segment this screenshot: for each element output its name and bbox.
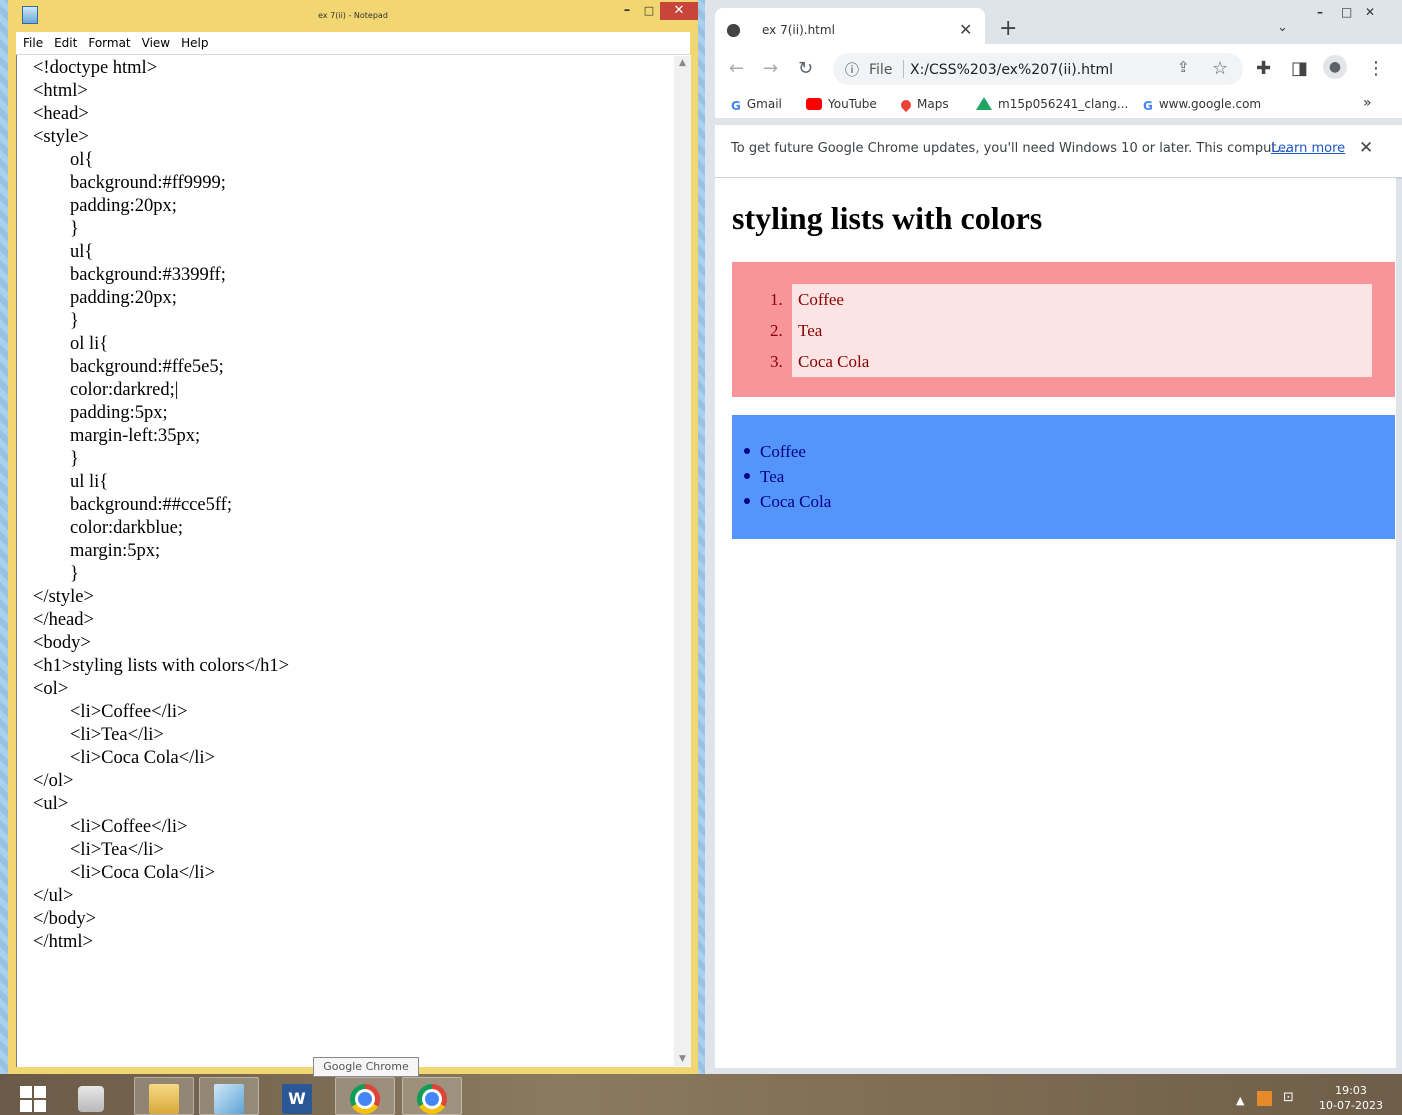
menu-icon[interactable]: ⋮ <box>1367 58 1385 79</box>
browser-tab[interactable] <box>715 8 985 44</box>
network-icon[interactable]: ⊡ <box>1283 1090 1294 1105</box>
chrome-icon <box>417 1084 447 1114</box>
side-panel-icon[interactable]: ◨ <box>1291 58 1308 79</box>
list-item-text: Coffee <box>798 290 844 309</box>
menu-format[interactable]: Format <box>88 32 130 54</box>
menu-file[interactable]: File <box>23 32 43 54</box>
drive-icon <box>976 97 992 110</box>
list-item-number: 1. <box>770 290 783 309</box>
list-item: Tea <box>744 467 784 487</box>
share-icon[interactable]: ⇪ <box>1177 58 1190 76</box>
maps-pin-icon <box>898 97 914 113</box>
profile-icon[interactable]: ● <box>1323 55 1347 79</box>
ordered-list: 1. Coffee 2. Tea 3. Coca Cola <box>732 262 1395 397</box>
app-launcher-icon[interactable] <box>78 1086 104 1112</box>
close-button[interactable]: ✕ <box>660 2 698 20</box>
maximize-button[interactable]: □ <box>1341 4 1352 20</box>
info-icon[interactable]: ⓘ <box>845 60 859 80</box>
list-item: 2. Tea <box>770 315 1372 346</box>
url-text[interactable]: X:/CSS%203/ex%207(ii).html <box>910 62 1113 78</box>
unordered-list: Coffee Tea Coca Cola <box>732 415 1395 539</box>
google-icon: G <box>1143 99 1153 113</box>
tab-search-chevron-icon[interactable]: ⌄ <box>1277 20 1288 35</box>
chrome-tab-icon <box>727 24 740 37</box>
tab-close-icon[interactable]: ✕ <box>959 20 972 39</box>
maximize-button[interactable]: □ <box>638 4 660 20</box>
list-item: 3. Coca Cola <box>770 346 1372 377</box>
scheme-label: File <box>869 62 893 78</box>
reload-icon[interactable]: ↻ <box>798 58 813 79</box>
bookmark-youtube[interactable]: YouTube <box>806 97 877 111</box>
list-item-text: Coca Cola <box>760 492 832 511</box>
chrome-window: ex 7(ii).html ✕ + ⌄ – □ ✕ ← → ↻ ⓘ File X… <box>705 0 1402 1074</box>
taskbar-tooltip: Google Chrome <box>313 1057 419 1077</box>
word-icon: W <box>282 1084 312 1114</box>
list-item-number: 3. <box>770 352 783 371</box>
clock-time: 19:03 <box>1335 1084 1367 1097</box>
info-bar-close-icon[interactable]: ✕ <box>1359 138 1373 158</box>
back-icon[interactable]: ← <box>729 58 744 79</box>
bullet-icon <box>744 498 750 504</box>
bookmark-label: Maps <box>917 97 949 111</box>
bookmark-label: YouTube <box>828 97 877 111</box>
google-icon: G <box>731 99 741 113</box>
list-item-text: Tea <box>798 321 823 340</box>
close-button[interactable]: ✕ <box>1365 4 1375 20</box>
bullet-icon <box>744 473 750 479</box>
notepad-title-bar[interactable]: ex 7(ii) - Notepad – □ ✕ <box>8 0 698 32</box>
menu-edit[interactable]: Edit <box>54 32 77 54</box>
notepad-window: ex 7(ii) - Notepad – □ ✕ File Edit Format V… <box>8 0 698 1074</box>
bookmarks-overflow-icon[interactable]: » <box>1363 95 1372 111</box>
vertical-scrollbar[interactable]: ▲ ▼ <box>674 56 691 1066</box>
scroll-down-arrow-icon[interactable]: ▼ <box>674 1054 691 1064</box>
list-item: 1. Coffee <box>770 284 1372 315</box>
extensions-icon[interactable]: ✚ <box>1256 58 1271 79</box>
youtube-icon <box>806 98 822 110</box>
minimize-button[interactable]: – <box>1317 4 1323 20</box>
bookmark-label: Gmail <box>746 97 782 111</box>
notepad-title: ex 7(ii) - Notepad <box>318 11 388 20</box>
omnibox-separator <box>903 60 904 78</box>
bookmark-maps[interactable]: Maps <box>898 97 949 113</box>
bookmark-gmail[interactable]: G Gmail <box>731 97 782 113</box>
notepad-content[interactable]: <!doctype html> <html> <head> <style> ol… <box>33 57 289 954</box>
list-item: Coffee <box>744 442 806 462</box>
menu-view[interactable]: View <box>142 32 170 54</box>
bookmark-label: www.google.com <box>1158 97 1262 111</box>
notepad-icon <box>214 1084 244 1114</box>
system-clock[interactable]: 19:03 10-07-2023 <box>1316 1083 1386 1113</box>
bookmark-label: m15p056241_clang... <box>998 97 1129 111</box>
list-item-number: 2. <box>770 321 783 340</box>
page-heading: styling lists with colors <box>732 200 1043 236</box>
tab-title[interactable]: ex 7(ii).html <box>762 23 835 37</box>
minimize-button[interactable]: – <box>616 4 638 20</box>
notepad-menu-bar: File Edit Format View Help <box>16 32 690 55</box>
learn-more-link[interactable]: Learn more <box>1271 141 1345 156</box>
forward-icon[interactable]: → <box>763 58 778 79</box>
windows-start-icon[interactable] <box>20 1086 46 1112</box>
list-item-text: Coffee <box>760 442 806 461</box>
notepad-text-area[interactable]: <!doctype html> <html> <head> <style> ol… <box>16 55 691 1067</box>
list-item-text: Tea <box>760 467 785 486</box>
tray-app-icon[interactable] <box>1257 1091 1272 1106</box>
list-item: Coca Cola <box>744 492 831 512</box>
list-item-text: Coca Cola <box>798 352 870 371</box>
menu-help[interactable]: Help <box>181 32 208 54</box>
web-page-content: styling lists with colors 1. Coffee 2. T… <box>715 178 1396 1068</box>
clock-date: 10-07-2023 <box>1319 1099 1383 1112</box>
bookmark-google[interactable]: Gwww.google.com <box>1143 97 1262 113</box>
scroll-up-arrow-icon[interactable]: ▲ <box>674 58 691 68</box>
bullet-icon <box>744 448 750 454</box>
bookmark-drive[interactable]: m15p056241_clang... <box>976 97 1128 111</box>
chrome-icon <box>350 1084 380 1114</box>
new-tab-button[interactable]: + <box>999 16 1017 41</box>
show-hidden-icons-icon[interactable]: ▲ <box>1236 1094 1244 1107</box>
update-info-text: To get future Google Chrome updates, you… <box>731 141 1289 156</box>
file-explorer-icon <box>149 1084 179 1114</box>
star-icon[interactable]: ☆ <box>1212 58 1228 79</box>
